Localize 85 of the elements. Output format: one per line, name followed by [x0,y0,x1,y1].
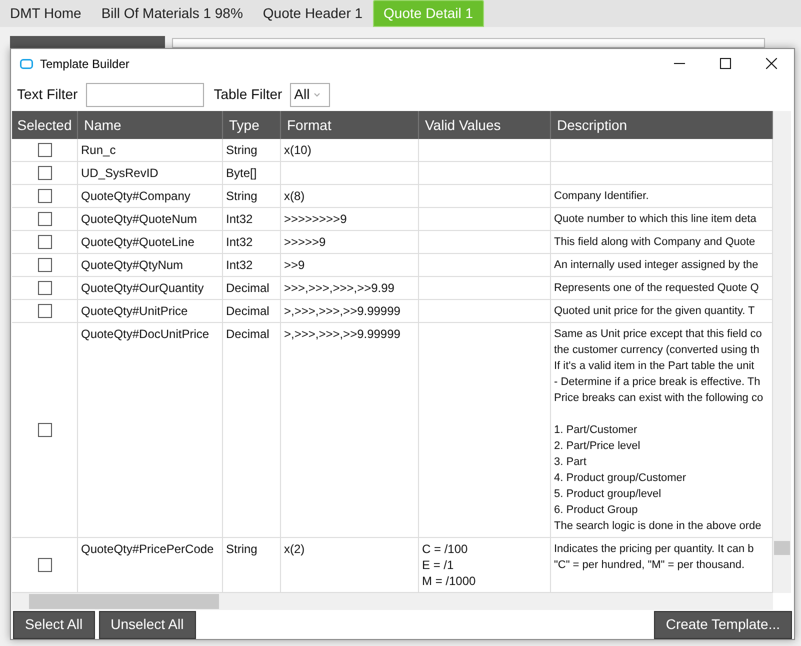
checkbox[interactable] [38,212,52,226]
table-cell: Int32 [223,208,281,231]
table-cell: >,>>>,>>>,>>9.99999 [281,300,419,323]
table-cell: String [223,185,281,208]
table-cell: Byte[] [223,162,281,185]
table-cell: x(8) [281,185,419,208]
table-cell: Int32 [223,231,281,254]
checkbox[interactable] [38,143,52,157]
table-cell: Decimal [223,277,281,300]
table-cell: QuoteQty#Company [78,185,223,208]
description-text: If it's a valid item in the Part table the unit [554,359,754,374]
description-text: An internally used integer assigned by the [554,258,758,273]
description-text: the customer currency (converted using th [554,343,760,358]
table-cell: QuoteQty#QtyNum [78,254,223,277]
maximize-icon [720,58,730,69]
checkbox[interactable] [38,189,52,203]
table-cell: Decimal [223,323,281,538]
scrollbar-thumb[interactable] [29,594,219,609]
column-header[interactable]: Valid Values [425,114,501,136]
column-header[interactable]: Name [84,114,122,136]
table-filter-dropdown[interactable]: All [290,82,330,106]
table-cell: UD_SysRevID [78,162,223,185]
horizontal-scrollbar[interactable] [12,593,773,610]
close-icon [766,58,776,69]
description-text: Price breaks can exist with the following co [554,391,764,406]
column-header[interactable]: Format [287,114,332,136]
table-cell: Int32 [223,254,281,277]
checkbox[interactable] [38,281,52,295]
checkbox[interactable] [38,235,52,249]
table-cell: >>>,>>>,>>>,>>9.99 [281,277,419,300]
footer-button[interactable]: Select All [13,610,95,638]
description-text: Company Identifier. [554,189,649,204]
table-cell: >>9 [281,254,419,277]
column-header[interactable]: Description [557,114,628,136]
table-cell: >>>>>9 [281,231,419,254]
app-tab[interactable]: DMT Home [0,0,92,27]
checkbox[interactable] [38,423,52,437]
description-text: Indicates the pricing per quantity. It can b [554,542,754,557]
scrollbar-thumb[interactable] [774,541,790,555]
table-cell: String [223,139,281,162]
column-header[interactable]: Type [229,114,260,136]
description-text: Quoted unit price for the given quantity. T [554,304,755,319]
description-text: 2. Part/Price level [554,439,640,454]
description-text: 5. Product group/level [554,487,662,502]
description-text: 4. Product group/Customer [554,471,686,486]
table-filter-label: Table Filter [214,85,282,104]
table-cell: QuoteQty#DocUnitPrice [78,323,223,538]
table-cell: QuoteQty#OurQuantity [78,277,223,300]
cell-text-line: M = /1000 [422,573,476,589]
description-text: Same as Unit price except that this field co [554,327,762,342]
description-text: 1. Part/Customer [554,423,638,438]
table-cell: >>>>>>>>9 [281,208,419,231]
description-text: This field along with Company and Quote [554,235,756,250]
checkbox[interactable] [38,304,52,318]
table-cell: Run_c [78,139,223,162]
footer-button[interactable]: Unselect All [98,610,196,638]
app-tab[interactable]: Bill Of Materials 1 98% [91,0,253,27]
table-cell: QuoteQty#QuoteNum [78,208,223,231]
description-text: "C" = per hundred, "M" = per thousand. [554,558,745,573]
cell-text-line: E = /1 [422,557,454,573]
table-cell: Decimal [223,300,281,323]
checkbox[interactable] [38,558,52,572]
minimize-icon [674,63,684,64]
create-template-button[interactable]: Create Template... [654,610,792,638]
text-filter-field[interactable] [86,82,204,106]
cell-text-line: C = /100 [422,541,468,557]
window-icon [20,58,33,68]
description-text: 6. Product Group [554,503,638,518]
description-text: Quote number to which this line item deta [554,212,756,227]
description-text: Represents one of the requested Quote Q [554,281,759,296]
checkbox[interactable] [38,166,52,180]
window-title: Template Builder [40,56,130,72]
table-cell: x(10) [281,139,419,162]
description-text: - Determine if a price break is effective. Th [554,375,760,390]
column-header[interactable]: Selected [17,114,72,136]
text-filter-label: Text Filter [17,85,78,104]
table-cell: >,>>>,>>>,>>9.99999 [281,323,419,538]
chevron-down-icon [314,92,320,96]
app-tab[interactable]: Quote Header 1 [252,0,373,27]
table-cell: QuoteQty#UnitPrice [78,300,223,323]
description-text: 3. Part [554,455,586,470]
table-cell: QuoteQty#QuoteLine [78,231,223,254]
vertical-scrollbar[interactable] [773,111,791,593]
checkbox[interactable] [38,258,52,272]
description-text: The search logic is done in the above orde [554,519,762,534]
